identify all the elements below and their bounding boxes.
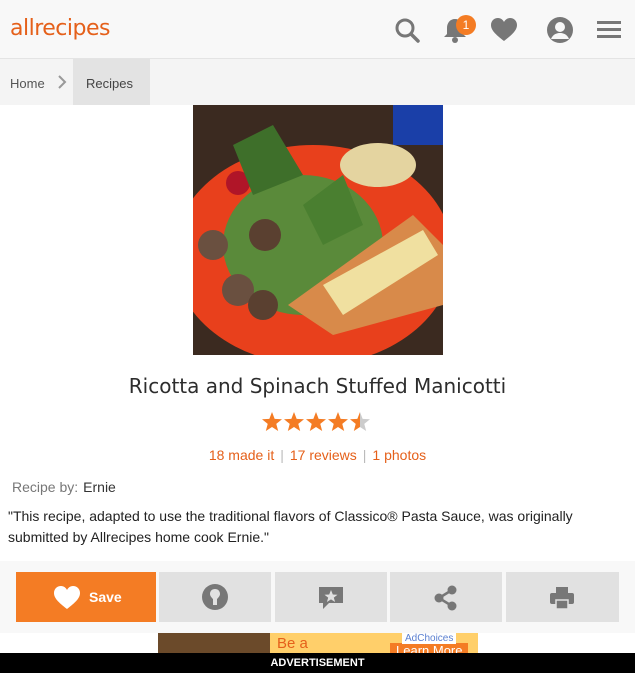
- chevron-right-icon: [58, 75, 67, 89]
- notification-badge: 1: [456, 15, 476, 35]
- made-it-link[interactable]: 18 made it: [209, 447, 274, 463]
- site-logo[interactable]: allrecipes: [10, 16, 110, 41]
- advertisement-label: ADVERTISEMENT: [0, 653, 635, 673]
- rating-stars[interactable]: [261, 411, 373, 433]
- author-link[interactable]: Ernie: [83, 479, 116, 495]
- save-button[interactable]: Save: [16, 572, 156, 622]
- save-label: Save: [89, 589, 122, 605]
- user-icon[interactable]: [546, 16, 574, 44]
- made-it-icon: [202, 584, 228, 610]
- ad-headline: Be a: [277, 635, 308, 652]
- recipe-title: Ricotta and Spinach Stuffed Manicotti: [128, 374, 507, 398]
- recipe-photo[interactable]: [193, 105, 443, 355]
- print-icon: [550, 587, 574, 610]
- menu-icon[interactable]: [595, 16, 623, 44]
- heart-icon: [54, 586, 80, 609]
- byline-label: Recipe by:: [12, 479, 79, 495]
- review-button[interactable]: [275, 572, 387, 622]
- search-icon[interactable]: [393, 16, 421, 44]
- ad-cta[interactable]: Learn More: [390, 643, 469, 653]
- share-button[interactable]: [390, 572, 502, 622]
- ad-banner[interactable]: Be a Learn More AdChoices: [158, 633, 478, 653]
- recipe-description: "This recipe, adapted to use the traditi…: [8, 508, 573, 545]
- reviews-link[interactable]: 17 reviews: [290, 447, 357, 463]
- photos-link[interactable]: 1 photos: [372, 447, 426, 463]
- star-icon: [328, 412, 348, 431]
- share-icon: [434, 585, 457, 611]
- site-header: allrecipes 1: [0, 0, 635, 59]
- ad-image: [158, 633, 270, 653]
- heart-icon[interactable]: [490, 16, 518, 44]
- star-icon: [306, 412, 326, 431]
- ad-choices[interactable]: AdChoices: [402, 633, 457, 644]
- recipe-stats: 18 made it | 17 reviews | 1 photos: [208, 447, 427, 463]
- star-icon: [350, 412, 370, 431]
- print-button[interactable]: [506, 572, 619, 622]
- breadcrumb-home[interactable]: Home: [10, 76, 45, 91]
- star-icon: [262, 412, 282, 431]
- action-bar: Save: [0, 561, 635, 633]
- recipe-byline: Recipe by: Ernie: [12, 479, 116, 495]
- breadcrumb: Home Recipes: [0, 59, 635, 105]
- review-icon: [319, 587, 343, 609]
- breadcrumb-recipes[interactable]: Recipes: [73, 59, 150, 105]
- star-icon: [284, 412, 304, 431]
- made-it-button[interactable]: [159, 572, 271, 622]
